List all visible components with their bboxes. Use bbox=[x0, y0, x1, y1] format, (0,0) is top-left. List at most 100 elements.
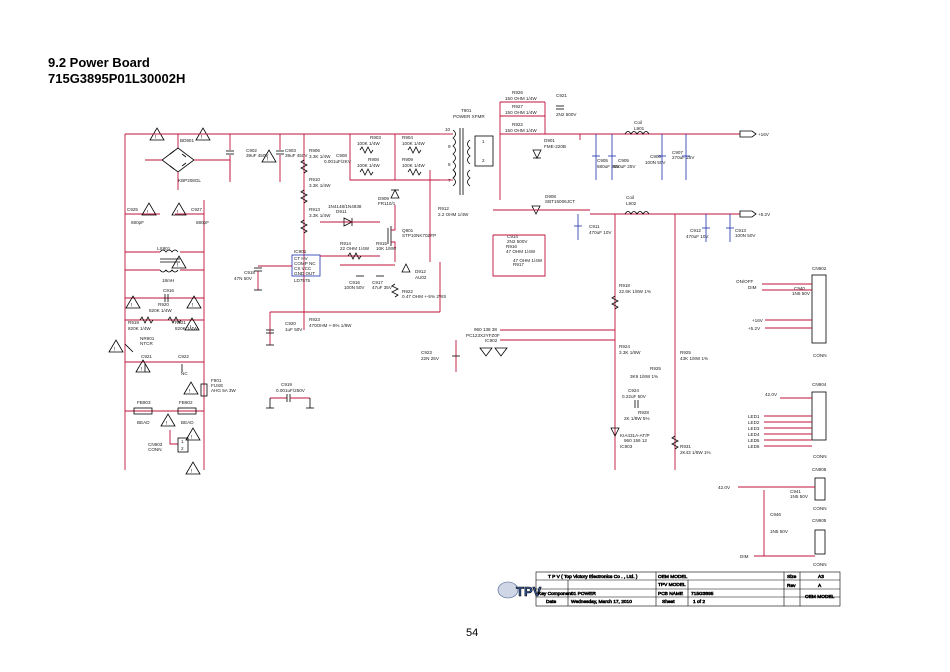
cn908-label: CN908 bbox=[812, 467, 827, 472]
l902-label: Coil bbox=[626, 195, 634, 200]
c921-val-label: 2N2 500V bbox=[556, 112, 577, 117]
r910-val-label: 3.3K 1/4W bbox=[309, 183, 331, 188]
cn902-in2-label: DIM bbox=[748, 285, 757, 290]
c911-val-label: 470uF 10V bbox=[589, 230, 612, 235]
c927-label: C927 bbox=[191, 207, 202, 212]
output-16v-snubber: R926 150 OHM 1/4W R927 150 OHM 1/4W R922… bbox=[474, 90, 740, 200]
c906-val-label: 100N 50V bbox=[645, 160, 666, 165]
r903-val-label: 100K 1/4W bbox=[357, 141, 380, 146]
r925b-val-label: 43K 1/8W 1% bbox=[680, 356, 708, 361]
lx901-label: LX901 bbox=[157, 246, 171, 251]
led-label-5: LED5 bbox=[748, 438, 760, 443]
cn908-in-label: 42.0V bbox=[718, 485, 731, 490]
c924-label: C924 bbox=[628, 388, 639, 393]
cn902-label: CN902 bbox=[812, 266, 827, 271]
d909-val-label: FR110/1 bbox=[378, 201, 396, 206]
r903-label: R903 bbox=[370, 135, 381, 140]
ic901-val-label: LD7575 bbox=[294, 278, 311, 283]
r917-val-label: 47 OHM 1/4W bbox=[513, 258, 543, 263]
led-label-4: LED4 bbox=[748, 432, 760, 437]
c916b-label: C916 bbox=[163, 288, 174, 293]
title-block: TPV T P V ( Top Victory Electronics Co .… bbox=[497, 571, 841, 607]
pcb-name-value-label: 715G3895 bbox=[691, 591, 714, 597]
c920-label: C920 bbox=[285, 321, 296, 326]
svg-text:10: 10 bbox=[445, 127, 451, 132]
transformer-t901: T901 POWER XFMR 10 9 8 7 bbox=[440, 108, 485, 195]
cn908-conn-label: CONN bbox=[813, 506, 827, 511]
c917-val-label: 47uF 35V bbox=[372, 285, 393, 290]
l901-label: Coil bbox=[634, 120, 642, 125]
r927-label: R927 bbox=[512, 104, 523, 109]
svg-text:1: 1 bbox=[482, 139, 485, 144]
led-label-6: LED6 bbox=[748, 444, 760, 449]
sheet-value-label: 1 of 2 bbox=[693, 599, 705, 605]
cn904-conn-label: CONN bbox=[813, 454, 827, 459]
d912-label: D912 bbox=[415, 269, 426, 274]
r931-val-label: 2K43 1/8W 1% bbox=[680, 450, 711, 455]
cn902-in1-label: ON/OFF bbox=[736, 279, 754, 284]
cn904-label: CN904 bbox=[812, 382, 827, 387]
c924-val-label: 0.22uF 50V bbox=[622, 394, 647, 399]
c946-val-label: 1N5 50V bbox=[770, 529, 789, 534]
c911-label: C911 bbox=[589, 224, 600, 229]
date-label-label: Date bbox=[546, 599, 556, 605]
c923-val-label: 22N 25V bbox=[421, 356, 440, 361]
d901-label: D901 bbox=[544, 138, 555, 143]
page-number: 54 bbox=[466, 627, 479, 639]
fuse-f901: F901 FUSE AHG 5A 3W ! bbox=[183, 378, 236, 397]
c927-val-label: 680pF bbox=[196, 220, 209, 225]
c908-label: C908 bbox=[336, 153, 347, 158]
r928-val-label: 2K 1/8W 5% bbox=[624, 416, 650, 421]
rev-value-label: A bbox=[818, 583, 822, 589]
ic901-label: IC901 bbox=[294, 249, 307, 254]
output-52v-rectifier: D908 SBT15006JCT C914 2N2 500V R916 47 O… bbox=[492, 194, 771, 277]
svg-text:2: 2 bbox=[181, 446, 184, 451]
mosfet-q901: Q901 STP10NK70ZFP R912 2.2 OHM 1/4W bbox=[387, 170, 469, 262]
c941-val-label: 1N5 50V bbox=[790, 494, 809, 499]
r904-val-label: 100K 1/4W bbox=[402, 141, 425, 146]
f901-val2-label: AHG 5A 3W bbox=[211, 388, 236, 393]
c921-label: C921 bbox=[556, 93, 567, 98]
tpv-logo: TPV bbox=[497, 581, 542, 599]
c916-val-label: 100N 50V bbox=[344, 285, 365, 290]
c920-val-label: 1uF 50V bbox=[285, 327, 303, 332]
r919-val-label: 820K 1/4W bbox=[128, 326, 151, 331]
svg-text:2: 2 bbox=[482, 158, 485, 163]
c925-val-label: 680pF bbox=[131, 220, 144, 225]
ic903-val2-label: 960 156 12 bbox=[624, 438, 647, 443]
bd901-value: KBP208GL bbox=[178, 178, 201, 183]
r922a-val-label: 150 OHM 1/4W bbox=[505, 128, 537, 133]
r916-val-label: 47 OHM 1/4W bbox=[506, 249, 536, 254]
discharge-network: C916 ! ! R920 820K 1/4W R919 820K 1/4W R… bbox=[125, 288, 204, 331]
r908-val-label: 100K 1/4W bbox=[357, 163, 380, 168]
r906-label: R906 bbox=[309, 148, 320, 153]
c905a-label: C905 bbox=[597, 158, 608, 163]
common-mode-choke-lx901: LX901 18mH ! bbox=[125, 246, 204, 283]
sheet-label-label: Sheet bbox=[662, 599, 675, 605]
coil-l901: Coil L901 C905 680uF 25V C905 680uF 25V … bbox=[592, 120, 770, 180]
date-value-label: Wednesday, March 17, 2010 bbox=[571, 599, 632, 605]
svg-text:8: 8 bbox=[448, 162, 451, 167]
r912-val-label: 2.2 OHM 1/4W bbox=[438, 212, 469, 217]
fb903-label: FB903 bbox=[137, 400, 151, 405]
company-label: T P V ( Top Victory Electronics Co . , L… bbox=[548, 574, 638, 580]
connector-cn908: CN908 42.0V C941 1N5 50V CONN bbox=[718, 467, 827, 511]
ic901-pin-row-4: GND OUT bbox=[294, 271, 315, 276]
svg-text:7: 7 bbox=[448, 178, 451, 183]
snubber-network: R903 100K 1/4W R904 100K 1/4W C908 0.001… bbox=[324, 134, 440, 206]
c919-val-label: 0.001uF/250V bbox=[276, 388, 306, 393]
filter-caps: C925 680pF C927 680pF ! ! bbox=[125, 202, 209, 225]
r915-val-label: 10K 1/8W bbox=[376, 246, 397, 251]
r913-label: R913 bbox=[309, 207, 320, 212]
c905b-label: C905 bbox=[618, 158, 629, 163]
svg-text:1: 1 bbox=[181, 439, 184, 444]
led-label-1: LED1 bbox=[748, 414, 760, 419]
r913-val-label: 3.3K 1/4W bbox=[309, 213, 331, 218]
led-label-2: LED2 bbox=[748, 420, 760, 425]
tpv-model-label-label: TPV MODEL bbox=[658, 582, 686, 588]
connector-cn904: CN904 42.0V LED1 LED2 LED3 LED4 LED5 LED… bbox=[748, 382, 827, 459]
bulk-capacitor-c903: C903 39uF 450V ! bbox=[261, 134, 308, 182]
r921-label: R921 bbox=[175, 320, 186, 325]
size-value-label: A3 bbox=[818, 574, 824, 580]
rev-label-label: Rev bbox=[787, 583, 796, 589]
